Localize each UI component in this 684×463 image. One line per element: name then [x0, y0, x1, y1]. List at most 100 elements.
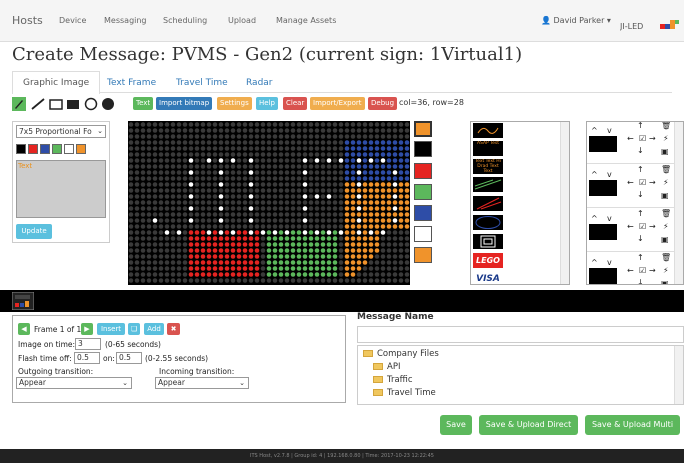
frame-slot[interactable]: ^ v ↑ 🗑 ← ☑ → ⚡ ↓ ▣ [587, 252, 683, 284]
frame-slot[interactable]: ^ v ↑ 🗑 ← ☑ → ⚡ ↓ ▣ [587, 164, 683, 208]
bolt-icon[interactable]: ⚡ [663, 178, 669, 187]
message-name-input[interactable] [357, 326, 684, 343]
flash-off-input[interactable]: 0.5 [74, 352, 100, 364]
next-frame-button[interactable]: ▶ [81, 323, 93, 335]
image-icon[interactable]: ▣ [661, 191, 669, 200]
copy-icon[interactable]: ❏ [128, 323, 140, 335]
help-button[interactable]: Help [256, 97, 278, 110]
library-item[interactable]: ASAP Test [473, 141, 503, 156]
text-tool-button[interactable]: Text [133, 97, 154, 110]
arrow-down-icon[interactable]: ↓ [637, 234, 644, 243]
slot-preview[interactable] [589, 180, 617, 196]
arrow-left-icon[interactable]: ← [627, 134, 634, 143]
image-icon[interactable]: ▣ [661, 235, 669, 244]
tree-item[interactable]: API [373, 362, 400, 372]
frame-slot[interactable]: ^ v ↑ 🗑 ← ☑ → ⚡ ↓ ▣ [587, 208, 683, 252]
save-button[interactable]: Save [440, 415, 472, 435]
arrow-down-icon[interactable]: ↓ [637, 146, 644, 155]
arrow-right-icon[interactable]: → [649, 178, 656, 187]
arrow-right-icon[interactable]: → [649, 266, 656, 275]
arrow-right-icon[interactable]: → [649, 222, 656, 231]
swatch-orange[interactable] [76, 144, 86, 154]
arrow-left-icon[interactable]: ← [627, 266, 634, 275]
import-export-button[interactable]: Import/Export [310, 97, 365, 110]
delete-frame-icon[interactable]: ✖ [167, 323, 180, 335]
update-button[interactable]: Update [16, 224, 52, 239]
move-down-icon[interactable]: v [607, 214, 612, 223]
move-down-icon[interactable]: v [607, 170, 612, 179]
arrow-down-icon[interactable]: ↓ [637, 278, 644, 284]
image-icon[interactable]: ▣ [661, 279, 669, 284]
save-upload-direct-button[interactable]: Save & Upload Direct [479, 415, 578, 435]
debug-button[interactable]: Debug [368, 97, 398, 110]
color-orange[interactable] [414, 247, 432, 263]
tab-travel-time[interactable]: Travel Time [176, 78, 228, 88]
nav-device[interactable]: Device [59, 16, 86, 25]
clear-button[interactable]: Clear [283, 97, 308, 110]
font-select[interactable]: 7x5 Proportional Fo ⌄ [16, 125, 106, 138]
nav-upload[interactable]: Upload [228, 16, 256, 25]
library-item[interactable] [473, 234, 503, 249]
trash-icon[interactable]: 🗑 [661, 253, 671, 262]
import-bitmap-button[interactable]: Import bitmap [156, 97, 213, 110]
arrow-right-icon[interactable]: → [649, 134, 656, 143]
slot-preview[interactable] [589, 136, 617, 152]
bolt-icon[interactable]: ⚡ [663, 266, 669, 275]
tab-text-frame[interactable]: Text Frame [107, 78, 156, 88]
checkbox-icon[interactable]: ☑ [639, 134, 646, 143]
arrow-up-icon[interactable]: ↑ [637, 165, 644, 174]
color-orange-selected[interactable] [414, 121, 432, 137]
arrow-up-icon[interactable]: ↑ [637, 209, 644, 218]
swatch-black[interactable] [16, 144, 26, 154]
library-scrollbar[interactable] [560, 122, 569, 284]
nav-messaging[interactable]: Messaging [104, 16, 147, 25]
on-time-input[interactable]: 3 [75, 338, 101, 350]
move-down-icon[interactable]: v [607, 126, 612, 135]
slots-scrollbar[interactable] [674, 122, 683, 284]
settings-button[interactable]: Settings [217, 97, 252, 110]
nav-manage-assets[interactable]: Manage Assets [276, 16, 336, 25]
trash-icon[interactable]: 🗑 [661, 122, 671, 130]
swatch-green[interactable] [52, 144, 62, 154]
move-up-icon[interactable]: ^ [591, 214, 598, 223]
tab-radar[interactable]: Radar [246, 78, 273, 88]
tree-scrollbar[interactable] [674, 346, 683, 404]
tab-graphic-image[interactable]: Graphic Image [12, 71, 101, 94]
incoming-transition-select[interactable]: Appear ⌄ [155, 377, 249, 389]
slot-preview[interactable] [589, 268, 617, 284]
color-white[interactable] [414, 226, 432, 242]
swatch-red[interactable] [28, 144, 38, 154]
insert-frame-button[interactable]: Insert [97, 323, 125, 335]
library-item[interactable] [473, 177, 503, 192]
color-blue[interactable] [414, 205, 432, 221]
brand-hosts[interactable]: Hosts [12, 14, 43, 27]
arrow-up-icon[interactable]: ↑ [637, 253, 644, 262]
color-black[interactable] [414, 141, 432, 157]
swatch-blue[interactable] [40, 144, 50, 154]
save-upload-multi-button[interactable]: Save & Upload Multi [585, 415, 680, 435]
checkbox-icon[interactable]: ☑ [639, 178, 646, 187]
tree-item[interactable]: Traffic [373, 375, 413, 385]
led-board[interactable] [128, 121, 410, 285]
text-input-area[interactable]: Text [16, 160, 106, 218]
tree-item[interactable]: Company Files [363, 349, 439, 359]
frame-slot[interactable]: ^ v ↑ 🗑 ← ☑ → ⚡ ↓ ▣ [587, 122, 683, 164]
library-item[interactable] [473, 123, 503, 138]
flash-on-input[interactable]: 0.5 [116, 352, 142, 364]
library-item[interactable] [473, 215, 503, 230]
arrow-left-icon[interactable]: ← [627, 222, 634, 231]
user-menu[interactable]: 👤 David Parker ▾ [541, 16, 611, 25]
trash-icon[interactable]: 🗑 [661, 165, 671, 174]
bolt-icon[interactable]: ⚡ [663, 134, 669, 143]
swatch-white[interactable] [64, 144, 74, 154]
add-frame-button[interactable]: Add [144, 323, 164, 335]
arrow-down-icon[interactable]: ↓ [637, 190, 644, 199]
library-item-visa[interactable]: VISA [473, 272, 503, 284]
arrow-left-icon[interactable]: ← [627, 178, 634, 187]
prev-frame-button[interactable]: ◀ [18, 323, 30, 335]
move-up-icon[interactable]: ^ [591, 170, 598, 179]
image-icon[interactable]: ▣ [661, 147, 669, 156]
checkbox-icon[interactable]: ☑ [639, 266, 646, 275]
move-down-icon[interactable]: v [607, 258, 612, 267]
library-item-lego[interactable]: LEGO [473, 253, 503, 268]
